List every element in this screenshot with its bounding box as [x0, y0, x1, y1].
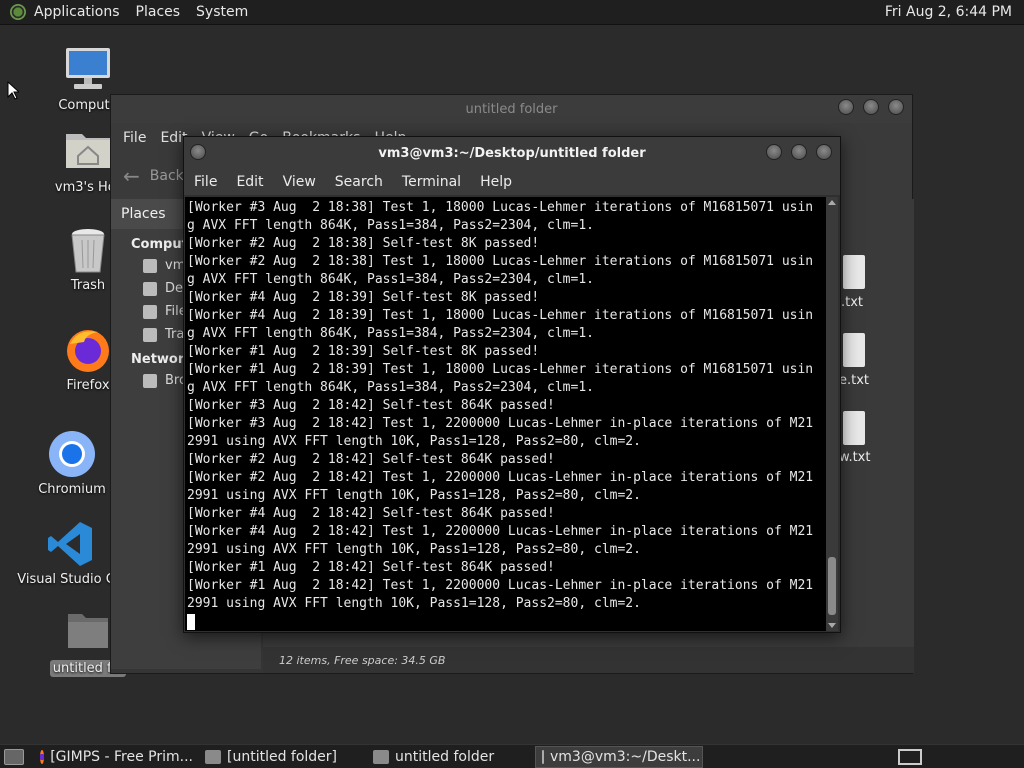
- home-folder-icon: [64, 128, 112, 176]
- terminal-line: [Worker #4 Aug 2 18:39] Self-test 8K pas…: [187, 290, 540, 305]
- terminal-line: 2991 using AVX FFT length 10K, Pass1=128…: [187, 596, 641, 611]
- terminal-window[interactable]: vm3@vm3:~/Desktop/untitled folder File E…: [183, 136, 841, 633]
- terminal-line: 2991 using AVX FFT length 10K, Pass1=128…: [187, 542, 641, 557]
- terminal-line: 2991 using AVX FFT length 10K, Pass1=128…: [187, 434, 641, 449]
- text-file-icon[interactable]: [843, 411, 865, 445]
- terminal-line: g AVX FFT length 864K, Pass1=384, Pass2=…: [187, 272, 594, 287]
- clock[interactable]: Fri Aug 2, 6:44 PM: [885, 4, 1024, 20]
- folder-icon: [373, 749, 389, 764]
- bottom-panel: [GIMPS - Free Prim... [untitled folder] …: [0, 744, 1024, 768]
- top-panel: Applications Places System Fri Aug 2, 6:…: [0, 0, 1024, 25]
- terminal-line: [Worker #2 Aug 2 18:42] Test 1, 2200000 …: [187, 470, 814, 485]
- menu-file[interactable]: File: [123, 130, 146, 146]
- terminal-output[interactable]: [Worker #3 Aug 2 18:38] Test 1, 18000 Lu…: [185, 197, 827, 631]
- terminal-menu-search[interactable]: Search: [335, 174, 383, 190]
- terminal-line: [Worker #3 Aug 2 18:42] Test 1, 2200000 …: [187, 416, 814, 431]
- terminal-menu-edit[interactable]: Edit: [236, 174, 263, 190]
- scroll-up-icon[interactable]: [828, 200, 836, 205]
- file-name[interactable]: e.txt: [839, 373, 869, 388]
- taskbar-item-untitled-folder[interactable]: untitled folder: [367, 746, 535, 768]
- desktop-icon-chromium[interactable]: Chromium: [22, 430, 122, 497]
- drive-icon: [143, 304, 157, 319]
- close-icon[interactable]: [816, 144, 832, 160]
- minimize-icon[interactable]: [838, 99, 854, 115]
- terminal-line: 2991 using AVX FFT length 10K, Pass1=128…: [187, 488, 641, 503]
- terminal-scrollbar[interactable]: [826, 197, 838, 631]
- firefox-icon: [64, 326, 112, 374]
- terminal-title: vm3@vm3:~/Desktop/untitled folder: [378, 145, 646, 161]
- terminal-line: [Worker #2 Aug 2 18:38] Self-test 8K pas…: [187, 236, 540, 251]
- maximize-icon[interactable]: [863, 99, 879, 115]
- home-icon: [143, 258, 157, 273]
- system-menu[interactable]: System: [188, 4, 256, 20]
- show-desktop-icon[interactable]: [4, 748, 24, 765]
- window-menu-icon[interactable]: [190, 144, 206, 160]
- trash-icon: [64, 226, 112, 274]
- terminal-menu-terminal[interactable]: Terminal: [402, 174, 461, 190]
- distro-logo-icon[interactable]: [10, 4, 26, 20]
- trash-icon: [143, 327, 157, 342]
- back-button[interactable]: ← Back: [123, 164, 184, 188]
- computer-icon: [64, 46, 112, 94]
- workspace-switcher[interactable]: [898, 748, 922, 765]
- terminal-line: [Worker #3 Aug 2 18:42] Self-test 864K p…: [187, 398, 555, 413]
- terminal-line: [Worker #1 Aug 2 18:42] Test 1, 2200000 …: [187, 578, 814, 593]
- file-manager-statusbar: 12 items, Free space: 34.5 GB: [263, 647, 914, 673]
- file-name[interactable]: w.txt: [839, 450, 870, 465]
- terminal-line: [Worker #1 Aug 2 18:39] Test 1, 18000 Lu…: [187, 362, 814, 377]
- firefox-icon: [40, 749, 45, 764]
- terminal-line: g AVX FFT length 864K, Pass1=384, Pass2=…: [187, 218, 594, 233]
- terminal-prompt-line[interactable]: [187, 613, 827, 631]
- applications-menu[interactable]: Applications: [26, 4, 128, 20]
- terminal-cursor: [187, 613, 195, 630]
- terminal-menu-file[interactable]: File: [194, 174, 217, 190]
- scrollbar-thumb[interactable]: [828, 557, 836, 615]
- network-icon: [143, 373, 157, 388]
- file-name[interactable]: .txt: [841, 295, 863, 310]
- mouse-pointer-icon: [7, 81, 19, 100]
- file-manager-titlebar[interactable]: untitled folder: [111, 95, 912, 123]
- terminal-line: [Worker #1 Aug 2 18:39] Self-test 8K pas…: [187, 344, 540, 359]
- desktop-icon: [143, 281, 157, 296]
- file-manager-title: untitled folder: [465, 101, 558, 117]
- places-menu[interactable]: Places: [128, 4, 189, 20]
- terminal-line: g AVX FFT length 864K, Pass1=384, Pass2=…: [187, 326, 594, 341]
- minimize-icon[interactable]: [766, 144, 782, 160]
- taskbar-item-untitled-folder-bracketed[interactable]: [untitled folder]: [199, 746, 367, 768]
- taskbar-item-terminal[interactable]: vm3@vm3:~/Deskt...: [535, 745, 703, 768]
- vscode-icon: [46, 520, 94, 568]
- terminal-line: [Worker #1 Aug 2 18:42] Self-test 864K p…: [187, 560, 555, 575]
- terminal-titlebar[interactable]: vm3@vm3:~/Desktop/untitled folder: [184, 137, 840, 169]
- terminal-line: [Worker #4 Aug 2 18:39] Test 1, 18000 Lu…: [187, 308, 814, 323]
- terminal-line: [Worker #2 Aug 2 18:42] Self-test 864K p…: [187, 452, 555, 467]
- text-file-icon[interactable]: [843, 255, 865, 289]
- terminal-line: [Worker #2 Aug 2 18:38] Test 1, 18000 Lu…: [187, 254, 814, 269]
- chromium-icon: [48, 430, 96, 478]
- terminal-icon: [542, 749, 544, 764]
- back-arrow-icon: ←: [123, 164, 140, 188]
- terminal-menubar: File Edit View Search Terminal Help: [184, 169, 840, 195]
- terminal-line: [Worker #4 Aug 2 18:42] Test 1, 2200000 …: [187, 524, 814, 539]
- maximize-icon[interactable]: [791, 144, 807, 160]
- text-file-icon[interactable]: [843, 333, 865, 367]
- scroll-down-icon[interactable]: [828, 623, 836, 628]
- taskbar-item-firefox[interactable]: [GIMPS - Free Prim...: [34, 746, 199, 768]
- close-icon[interactable]: [888, 99, 904, 115]
- folder-icon: [205, 749, 221, 764]
- terminal-line: g AVX FFT length 864K, Pass1=384, Pass2=…: [187, 380, 594, 395]
- terminal-menu-help[interactable]: Help: [480, 174, 512, 190]
- terminal-line: [Worker #3 Aug 2 18:38] Test 1, 18000 Lu…: [187, 200, 814, 215]
- terminal-menu-view[interactable]: View: [283, 174, 316, 190]
- terminal-line: [Worker #4 Aug 2 18:42] Self-test 864K p…: [187, 506, 555, 521]
- folder-icon: [64, 608, 112, 656]
